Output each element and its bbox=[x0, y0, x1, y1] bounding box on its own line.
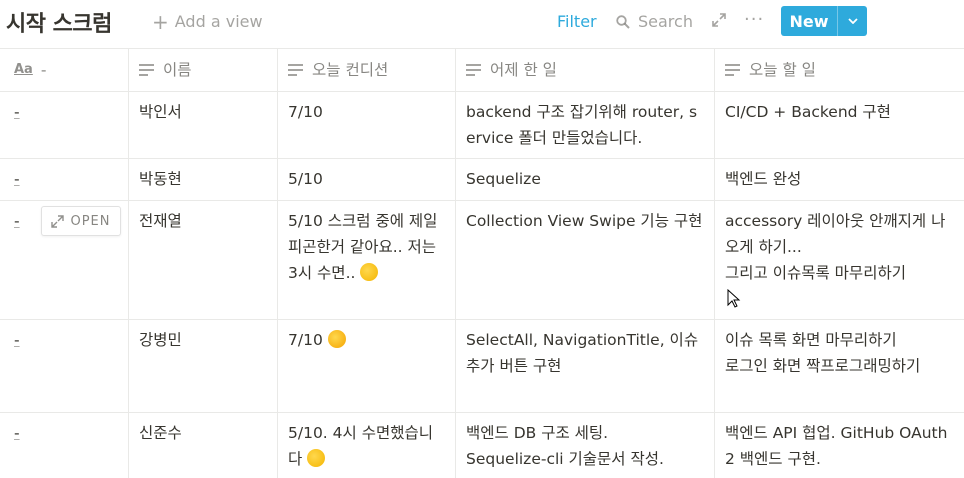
new-button-label[interactable]: New bbox=[781, 6, 838, 36]
hug-emoji-icon bbox=[327, 330, 346, 348]
column-header-label: 이름 bbox=[163, 61, 192, 79]
yesterday-cell[interactable]: SelectAll, NavigationTitle, 이슈 추가 버튼 구현 bbox=[456, 320, 715, 412]
name-cell[interactable]: 박동현 bbox=[129, 159, 278, 200]
yesterday-cell[interactable]: backend 구조 잡기위해 router, service 폴더 만들었습니… bbox=[456, 92, 715, 158]
title-cell[interactable]: - bbox=[0, 92, 129, 158]
text-lines-icon bbox=[139, 64, 154, 76]
today-cell[interactable]: 백엔드 완성 bbox=[715, 159, 964, 200]
yesterday-line: 백엔드 DB 구조 세팅. bbox=[466, 424, 609, 442]
search-label: Search bbox=[638, 12, 693, 31]
today-cell[interactable]: 이슈 목록 화면 마무리하기 로그인 화면 짝프로그래밍하기 bbox=[715, 320, 964, 412]
sweat-smile-emoji-icon bbox=[360, 263, 379, 281]
yesterday-line: Sequelize-cli 기술문서 작성. bbox=[466, 450, 664, 468]
column-header-title[interactable]: Aa - bbox=[0, 49, 129, 91]
mouse-cursor-icon bbox=[727, 289, 741, 308]
plus-icon: + bbox=[152, 9, 169, 34]
yesterday-cell[interactable]: Collection View Swipe 기능 구현 bbox=[456, 201, 715, 319]
new-button[interactable]: New bbox=[781, 6, 867, 36]
table-row[interactable]: - OPEN 전재열 5/10 스크럼 중에 제일 피곤한거 같아요.. 저는 … bbox=[0, 201, 964, 320]
column-header-yesterday[interactable]: 어제 한 일 bbox=[456, 49, 715, 91]
today-cell[interactable]: accessory 레이아웃 안깨지게 나오게 하기... 그리고 이슈목록 마… bbox=[715, 201, 964, 319]
toolbar: 시작 스크럼 + Add a view Filter Search ··· Ne… bbox=[0, 0, 964, 46]
name-cell[interactable]: 신준수 bbox=[129, 413, 278, 478]
text-lines-icon bbox=[466, 64, 481, 76]
condition-cell[interactable]: 7/10 bbox=[278, 320, 456, 412]
condition-cell[interactable]: 5/10. 4시 수면했습니다 bbox=[278, 413, 456, 478]
today-cell[interactable]: 백엔드 API 협업. GitHub OAuth2 백엔드 구현. bbox=[715, 413, 964, 478]
add-view-button[interactable]: + Add a view bbox=[152, 9, 263, 34]
column-header-label: - bbox=[40, 61, 47, 79]
today-line: 그리고 이슈목록 마무리하기 bbox=[725, 264, 906, 282]
condition-text: 7/10 bbox=[288, 331, 323, 349]
text-lines-icon bbox=[725, 64, 740, 76]
page-title: 시작 스크럼 bbox=[6, 12, 112, 37]
name-cell[interactable]: 박인서 bbox=[129, 92, 278, 158]
database-table: Aa - 이름 오늘 컨디션 어제 한 일 오늘 할 일 - 박인서 7/10 … bbox=[0, 48, 964, 478]
today-line: 로그인 화면 짝프로그래밍하기 bbox=[725, 357, 921, 375]
condition-cell[interactable]: 7/10 bbox=[278, 92, 456, 158]
table-row[interactable]: - 박인서 7/10 backend 구조 잡기위해 router, servi… bbox=[0, 92, 964, 159]
yesterday-cell[interactable]: Sequelize bbox=[456, 159, 715, 200]
yesterday-cell[interactable]: 백엔드 DB 구조 세팅. Sequelize-cli 기술문서 작성. bbox=[456, 413, 715, 478]
today-line: accessory 레이아웃 안깨지게 나오게 하기... bbox=[725, 212, 946, 256]
table-row[interactable]: - 강병민 7/10 SelectAll, NavigationTitle, 이… bbox=[0, 320, 964, 413]
column-header-name[interactable]: 이름 bbox=[129, 49, 278, 91]
chevron-down-icon[interactable] bbox=[838, 6, 867, 36]
condition-cell[interactable]: 5/10 스크럼 중에 제일 피곤한거 같아요.. 저는 3시 수면.. bbox=[278, 201, 456, 319]
expand-icon[interactable] bbox=[711, 12, 727, 28]
column-header-label: 오늘 할 일 bbox=[749, 61, 816, 79]
text-lines-icon bbox=[288, 64, 303, 76]
open-row-button[interactable]: OPEN bbox=[41, 206, 121, 236]
table-row[interactable]: - 박동현 5/10 Sequelize 백엔드 완성 bbox=[0, 159, 964, 201]
name-cell[interactable]: 강병민 bbox=[129, 320, 278, 412]
table-row[interactable]: - 신준수 5/10. 4시 수면했습니다 백엔드 DB 구조 세팅. Sequ… bbox=[0, 413, 964, 478]
open-arrow-icon bbox=[51, 214, 65, 228]
open-label: OPEN bbox=[70, 213, 111, 229]
column-header-condition[interactable]: 오늘 컨디션 bbox=[278, 49, 456, 91]
search-button[interactable]: Search bbox=[616, 12, 693, 31]
name-cell[interactable]: 전재열 bbox=[129, 201, 278, 319]
add-view-label: Add a view bbox=[174, 12, 263, 31]
column-header-today[interactable]: 오늘 할 일 bbox=[715, 49, 964, 91]
condition-cell[interactable]: 5/10 bbox=[278, 159, 456, 200]
filter-button[interactable]: Filter bbox=[557, 12, 597, 31]
column-header-label: 어제 한 일 bbox=[490, 61, 557, 79]
search-icon bbox=[616, 14, 630, 29]
today-cell[interactable]: CI/CD + Backend 구현 bbox=[715, 92, 964, 158]
title-cell[interactable]: - bbox=[0, 159, 129, 200]
rofl-emoji-icon bbox=[307, 449, 326, 467]
title-aa-icon: Aa bbox=[14, 62, 33, 77]
title-cell[interactable]: - bbox=[0, 320, 129, 412]
table-header-row: Aa - 이름 오늘 컨디션 어제 한 일 오늘 할 일 bbox=[0, 49, 964, 92]
title-cell[interactable]: - bbox=[0, 413, 129, 478]
today-line: 이슈 목록 화면 마무리하기 bbox=[725, 331, 897, 349]
more-options-icon[interactable]: ··· bbox=[744, 9, 764, 30]
column-header-label: 오늘 컨디션 bbox=[312, 61, 389, 79]
